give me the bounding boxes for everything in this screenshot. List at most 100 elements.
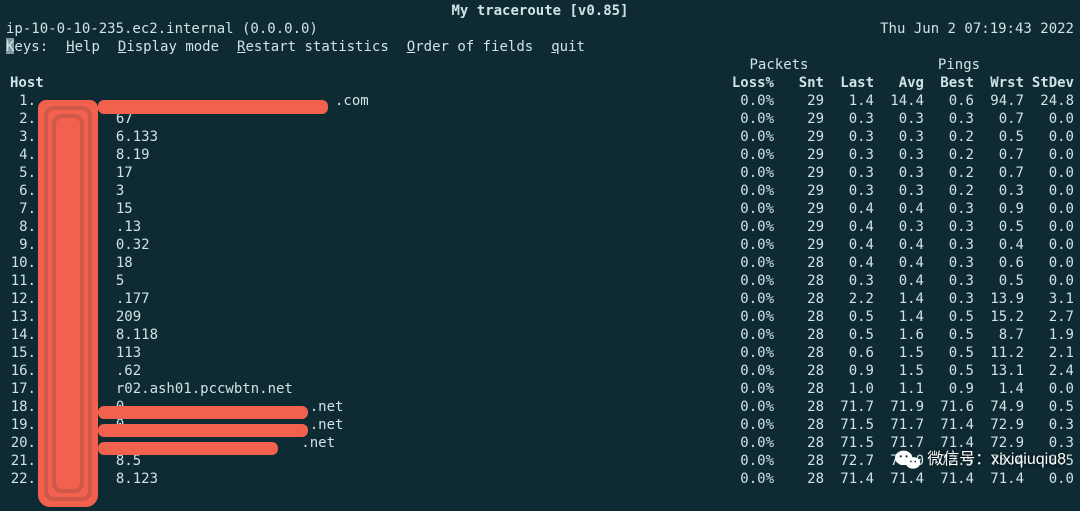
hop-last: 71.5: [824, 434, 874, 452]
menu-text: isplay mode: [126, 39, 219, 55]
hop-last: 0.6: [824, 344, 874, 362]
menu-item-order-of-fields[interactable]: Order of fields: [407, 38, 533, 56]
hop-number: 5.: [6, 164, 40, 182]
hop-row: 6. 30.0%290.30.30.20.30.0: [0, 182, 1080, 200]
hop-wrst: 74.9: [974, 398, 1024, 416]
hop-loss: 0.0%: [724, 380, 774, 398]
pings-group-label: Pings: [844, 56, 1074, 74]
hop-wrst: 71.4: [974, 470, 1024, 488]
hop-last: 1.0: [824, 380, 874, 398]
hop-avg: 14.4: [874, 92, 924, 110]
hop-last: 0.3: [824, 146, 874, 164]
hop-stdev: 0.0: [1024, 272, 1074, 290]
hop-number: 15.: [6, 344, 40, 362]
menu-item-help[interactable]: Help: [66, 38, 100, 56]
hop-stdev: 24.8: [1024, 92, 1074, 110]
hop-number: 13.: [6, 308, 40, 326]
hop-number: 7.: [6, 200, 40, 218]
redaction-overlay: [98, 100, 328, 114]
hop-last: 71.5: [824, 416, 874, 434]
hop-row: 7. 150.0%290.40.40.30.90.0: [0, 200, 1080, 218]
menu-text: elp: [75, 39, 100, 55]
hop-snt: 28: [774, 434, 824, 452]
col-avg: Avg: [874, 74, 924, 92]
hop-last: 0.4: [824, 236, 874, 254]
hop-loss: 0.0%: [724, 146, 774, 164]
hop-snt: 28: [774, 290, 824, 308]
hop-snt: 28: [774, 326, 824, 344]
hop-avg: 0.3: [874, 218, 924, 236]
hop-host: 6.133: [40, 128, 724, 146]
hop-wrst: 0.7: [974, 164, 1024, 182]
hop-best: 0.3: [924, 254, 974, 272]
watermark-text: 微信号：xixiqiuqiu8: [927, 451, 1066, 469]
hop-wrst: 0.5: [974, 218, 1024, 236]
hop-stdev: 0.0: [1024, 146, 1074, 164]
hop-stdev: 0.3: [1024, 416, 1074, 434]
hop-last: 0.3: [824, 110, 874, 128]
hop-avg: 1.4: [874, 308, 924, 326]
hop-stdev: 0.0: [1024, 380, 1074, 398]
menu-item-restart-statistics[interactable]: Restart statistics: [237, 38, 389, 56]
menu-text: rder of fields: [415, 39, 533, 55]
hop-snt: 28: [774, 272, 824, 290]
hop-snt: 28: [774, 470, 824, 488]
hop-row: 8. .130.0%290.40.30.30.50.0: [0, 218, 1080, 236]
hop-best: 0.2: [924, 146, 974, 164]
hop-snt: 29: [774, 236, 824, 254]
hop-best: 71.4: [924, 416, 974, 434]
hop-row: 22. 8.1230.0%2871.471.471.471.40.0: [0, 470, 1080, 488]
column-group-header: Packets Pings: [0, 56, 1080, 74]
hop-last: 0.3: [824, 182, 874, 200]
hop-best: 0.9: [924, 380, 974, 398]
hop-number: 16.: [6, 362, 40, 380]
hop-snt: 28: [774, 254, 824, 272]
hop-wrst: 0.6: [974, 254, 1024, 272]
hop-last: 0.5: [824, 326, 874, 344]
menu-hotkey: O: [407, 39, 415, 55]
col-host: Host: [6, 74, 724, 92]
hop-best: 0.3: [924, 200, 974, 218]
redaction-overlay: [98, 406, 308, 419]
redaction-overlay: [98, 442, 278, 455]
hop-host: 3: [40, 182, 724, 200]
title-bar: My traceroute [v0.85]: [0, 0, 1080, 20]
hop-last: 0.4: [824, 254, 874, 272]
hop-best: 0.3: [924, 236, 974, 254]
menu-item-quit[interactable]: quit: [551, 38, 585, 56]
hop-wrst: 15.2: [974, 308, 1024, 326]
col-loss: Loss%: [724, 74, 774, 92]
hop-wrst: 0.5: [974, 272, 1024, 290]
hop-snt: 29: [774, 182, 824, 200]
hop-avg: 0.3: [874, 128, 924, 146]
hop-avg: 0.3: [874, 146, 924, 164]
hop-avg: 1.4: [874, 290, 924, 308]
hop-loss: 0.0%: [724, 416, 774, 434]
menu-text: estart statistics: [245, 39, 388, 55]
hop-wrst: 0.4: [974, 236, 1024, 254]
hop-avg: 1.5: [874, 344, 924, 362]
subtitle-row: ip-10-0-10-235.ec2.internal (0.0.0.0) Th…: [0, 20, 1080, 38]
hop-last: 0.3: [824, 164, 874, 182]
hop-best: 0.5: [924, 344, 974, 362]
hop-loss: 0.0%: [724, 254, 774, 272]
hop-best: 0.5: [924, 326, 974, 344]
hop-wrst: 0.7: [974, 146, 1024, 164]
hop-loss: 0.0%: [724, 182, 774, 200]
hop-best: 0.3: [924, 218, 974, 236]
menu-bar: Keys: Help Display mode Restart statisti…: [0, 38, 1080, 56]
hop-loss: 0.0%: [724, 164, 774, 182]
hop-best: 71.4: [924, 470, 974, 488]
hop-wrst: 0.9: [974, 200, 1024, 218]
hop-snt: 28: [774, 362, 824, 380]
hop-loss: 0.0%: [724, 236, 774, 254]
hop-number: 6.: [6, 182, 40, 200]
hop-avg: 0.3: [874, 110, 924, 128]
hop-avg: 0.4: [874, 272, 924, 290]
hop-snt: 28: [774, 308, 824, 326]
hop-snt: 29: [774, 110, 824, 128]
hop-loss: 0.0%: [724, 308, 774, 326]
menu-item-display-mode[interactable]: Display mode: [118, 38, 219, 56]
hop-wrst: 0.5: [974, 128, 1024, 146]
hop-host: 0.32: [40, 236, 724, 254]
